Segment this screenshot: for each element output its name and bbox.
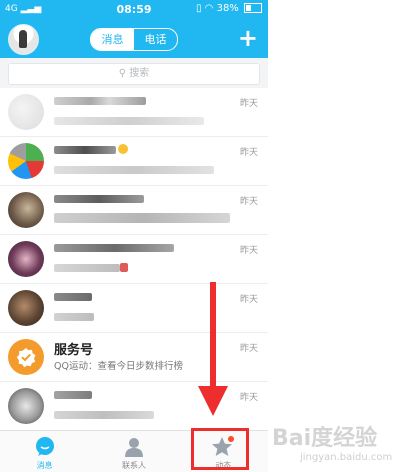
search-icon: ⚲ (118, 68, 127, 79)
battery-percent: 38% (216, 3, 239, 14)
watermark-url: jingyan.baidu.com (300, 452, 393, 463)
my-avatar[interactable] (8, 24, 39, 55)
message-time: 昨天 (239, 197, 258, 207)
message-time: 昨天 (239, 99, 258, 109)
conversation-item[interactable]: 昨天 (0, 137, 268, 186)
conversation-item[interactable]: 昨天 (0, 235, 268, 284)
blurred-name (54, 391, 92, 399)
blurred-preview (54, 313, 94, 321)
message-time: 昨天 (239, 393, 258, 403)
blurred-preview (54, 117, 204, 125)
annotation-arrow-shaft (210, 282, 216, 388)
contact-avatar (8, 143, 44, 179)
message-time: 昨天 (239, 344, 258, 354)
search-area: ⚲ 搜索 (0, 58, 268, 88)
message-time: 昨天 (239, 246, 258, 256)
wifi-icon: ◠ (204, 3, 214, 14)
contact-avatar (8, 241, 44, 277)
plus-icon[interactable]: + (238, 23, 258, 53)
blurred-badge (118, 144, 128, 154)
blurred-preview (54, 264, 120, 272)
tab-label: 消息 (36, 461, 53, 470)
conversation-item[interactable]: 昨天 (0, 88, 268, 137)
blurred-preview (54, 411, 154, 419)
blurred-preview (54, 213, 230, 223)
chat-bubble-icon (34, 436, 56, 462)
top-header: 消息 电话 + (0, 20, 268, 58)
blurred-emoji (120, 263, 128, 272)
contact-avatar (8, 192, 44, 228)
message-phone-switch: 消息 电话 (90, 28, 178, 51)
contacts-icon (123, 436, 145, 462)
annotation-highlight-box (191, 428, 249, 470)
verified-check-icon (16, 348, 36, 368)
avatar-figure (19, 30, 27, 48)
tab-contacts[interactable]: 联系人 (89, 431, 178, 472)
blurred-name (54, 244, 174, 252)
battery-icon (244, 3, 262, 13)
blurred-name (54, 195, 144, 203)
search-placeholder: 搜索 (129, 68, 150, 79)
vibrate-icon: ▯ (195, 3, 202, 14)
status-right: ▯ ◠ 38% (196, 3, 262, 14)
message-time: 昨天 (239, 295, 258, 305)
tab-messages[interactable]: 消息 (91, 29, 134, 50)
annotation-arrow-head (198, 386, 228, 416)
contact-avatar (8, 290, 44, 326)
service-account-title: 服务号 (54, 343, 94, 358)
contact-avatar (8, 388, 44, 424)
tab-label: 联系人 (121, 461, 146, 470)
watermark-brand: Bai度经验 (272, 426, 378, 451)
conversation-item-service[interactable]: 服务号 QQ运动：查看今日步数排行榜 昨天 (0, 333, 268, 382)
blurred-name (54, 146, 116, 154)
message-time: 昨天 (239, 148, 258, 158)
conversation-list: 昨天 昨天 昨天 昨天 昨天 服务号 QQ运动：查看今日步数排行榜 昨天 昨天 (0, 88, 268, 430)
qq-screen: 4G ▂▃▅ 08:59 ▯ ◠ 38% 消息 电话 + ⚲ 搜索 昨天 昨天 … (0, 0, 410, 472)
tab-messages-bottom[interactable]: 消息 (0, 431, 89, 472)
service-account-preview: QQ运动：查看今日步数排行榜 (54, 361, 183, 372)
status-bar: 4G ▂▃▅ 08:59 ▯ ◠ 38% (0, 0, 268, 20)
conversation-item[interactable]: 昨天 (0, 284, 268, 333)
blurred-preview (54, 166, 214, 174)
search-input[interactable]: ⚲ 搜索 (8, 63, 260, 85)
tab-phone[interactable]: 电话 (134, 29, 177, 50)
blurred-name (54, 97, 146, 105)
baidu-jingyan-watermark: Bai度经验 jingyan.baidu.com (272, 418, 408, 468)
conversation-item[interactable]: 昨天 (0, 186, 268, 235)
service-account-avatar (8, 339, 44, 375)
blurred-name (54, 293, 92, 301)
contact-avatar (8, 94, 44, 130)
